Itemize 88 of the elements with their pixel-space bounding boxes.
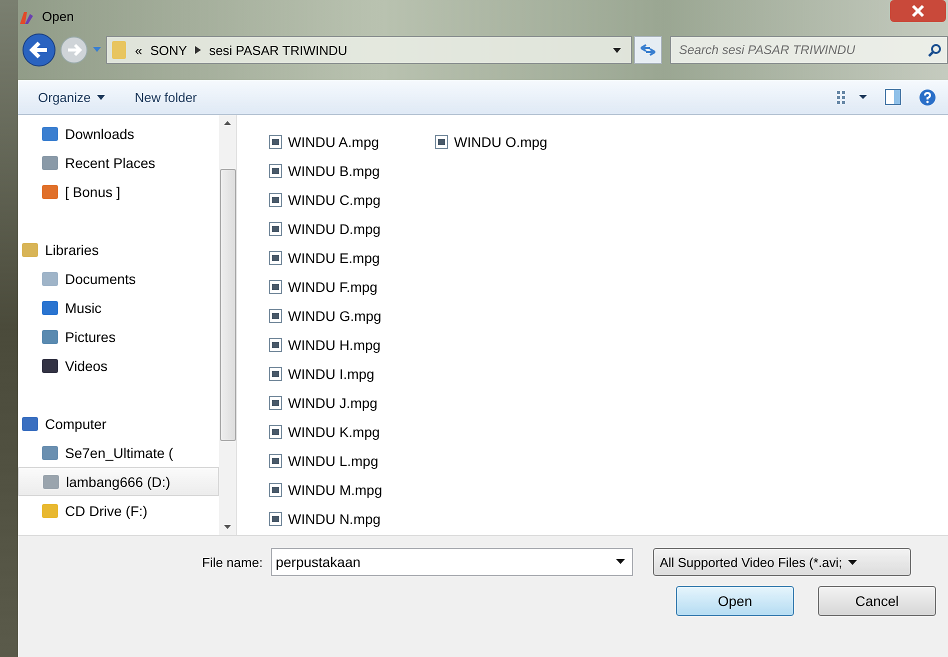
file-item[interactable]: WINDU A.mpg — [269, 127, 435, 156]
breadcrumb-item[interactable]: SONY — [150, 42, 188, 58]
file-name: WINDU B.mpg — [288, 162, 380, 178]
refresh-icon[interactable] — [634, 36, 662, 64]
file-item[interactable]: WINDU M.mpg — [269, 475, 435, 504]
search-field[interactable]: Search sesi PASAR TRIWINDU — [670, 36, 948, 64]
new-folder-button[interactable]: New folder — [128, 88, 203, 106]
breadcrumb-item[interactable]: sesi PASAR TRIWINDU — [209, 42, 348, 58]
video-file-icon — [269, 366, 282, 380]
file-item[interactable]: WINDU L.mpg — [269, 446, 435, 475]
file-item[interactable]: WINDU G.mpg — [269, 301, 435, 330]
file-item[interactable]: WINDU O.mpg — [435, 127, 601, 156]
search-icon[interactable] — [928, 43, 942, 57]
back-icon[interactable] — [22, 33, 56, 67]
file-item[interactable]: WINDU H.mpg — [269, 330, 435, 359]
sidebar-item[interactable]: Pictures — [18, 322, 219, 351]
file-name: WINDU H.mpg — [288, 336, 381, 352]
file-name: WINDU K.mpg — [288, 424, 380, 440]
dropdown-icon[interactable] — [613, 48, 621, 52]
file-name: WINDU G.mpg — [288, 308, 382, 324]
view-options-icon[interactable] — [837, 90, 867, 104]
caret-icon — [96, 94, 105, 100]
help-icon[interactable] — [919, 88, 936, 106]
sidebar-item[interactable]: lambang666 (D:) — [18, 467, 219, 496]
sidebar-item[interactable]: Recent Places — [18, 148, 219, 177]
open-button[interactable]: Open — [676, 586, 794, 616]
scrollbar[interactable] — [219, 115, 236, 535]
file-name: WINDU E.mpg — [288, 250, 380, 266]
window-title: Open — [42, 9, 74, 24]
file-name: WINDU C.mpg — [288, 192, 381, 208]
file-type-dropdown[interactable]: All Supported Video Files (*.avi; — [652, 548, 911, 576]
sidebar-item[interactable]: Libraries — [18, 235, 219, 264]
sidebar-item[interactable]: [ Bonus ] — [18, 177, 219, 206]
scroll-down-icon[interactable] — [224, 525, 231, 529]
file-item[interactable]: WINDU C.mpg — [269, 185, 435, 214]
file-name: WINDU O.mpg — [454, 134, 548, 150]
video-file-icon — [269, 424, 282, 438]
folder-icon — [111, 40, 127, 60]
file-name-label: File name: — [202, 554, 263, 570]
video-file-icon — [269, 164, 282, 178]
video-file-icon — [269, 454, 282, 468]
sidebar-item[interactable]: Computer — [18, 409, 219, 438]
caret-icon — [848, 560, 858, 564]
file-item[interactable]: WINDU B.mpg — [269, 156, 435, 185]
file-item[interactable]: WINDU N.mpg — [269, 504, 435, 533]
file-name: WINDU N.mpg — [288, 510, 381, 526]
sidebar-item[interactable]: Videos — [18, 351, 219, 380]
sidebar-item[interactable]: CD Drive (F:) — [18, 496, 219, 525]
preview-pane-icon[interactable] — [885, 89, 901, 105]
video-file-icon — [435, 134, 448, 148]
video-file-icon — [269, 250, 282, 264]
address-bar[interactable]: « SONY sesi PASAR TRIWINDU — [106, 36, 632, 64]
file-name-field[interactable]: perpustakaan — [270, 548, 633, 576]
file-name: WINDU I.mpg — [288, 366, 374, 382]
breadcrumb-overflow[interactable]: « — [135, 42, 142, 58]
dropdown-icon[interactable] — [616, 559, 625, 564]
file-name: WINDU D.mpg — [288, 220, 381, 236]
close-icon[interactable] — [890, 0, 946, 22]
video-file-icon — [269, 222, 282, 236]
file-name: WINDU J.mpg — [288, 394, 378, 410]
file-item[interactable]: WINDU K.mpg — [269, 417, 435, 446]
file-name: WINDU A.mpg — [288, 134, 380, 150]
file-item[interactable]: WINDU D.mpg — [269, 214, 435, 243]
file-name: WINDU L.mpg — [288, 452, 378, 468]
sidebar-item[interactable]: Se7en_Ultimate ( — [18, 438, 219, 467]
video-file-icon — [269, 338, 282, 352]
scroll-up-icon[interactable] — [224, 121, 231, 125]
video-file-icon — [269, 192, 282, 206]
sidebar-item[interactable]: Music — [18, 293, 219, 322]
video-file-icon — [269, 396, 282, 410]
video-file-icon — [269, 280, 282, 294]
sidebar-item[interactable]: Documents — [18, 264, 219, 293]
file-name: WINDU F.mpg — [288, 278, 378, 294]
organize-button[interactable]: Organize — [32, 88, 111, 106]
chevron-icon[interactable] — [195, 46, 202, 54]
forward-icon[interactable] — [60, 36, 88, 64]
file-item[interactable]: WINDU E.mpg — [269, 243, 435, 272]
video-file-icon — [269, 512, 282, 526]
file-name: WINDU M.mpg — [288, 482, 382, 498]
sidebar-item[interactable]: Downloads — [18, 119, 219, 148]
file-item[interactable]: WINDU I.mpg — [269, 359, 435, 388]
cancel-button[interactable]: Cancel — [818, 586, 936, 616]
video-file-icon — [269, 134, 282, 148]
file-item[interactable]: WINDU F.mpg — [269, 272, 435, 301]
video-file-icon — [269, 482, 282, 496]
file-item[interactable]: WINDU J.mpg — [269, 388, 435, 417]
video-file-icon — [269, 308, 282, 322]
app-icon — [18, 10, 34, 26]
